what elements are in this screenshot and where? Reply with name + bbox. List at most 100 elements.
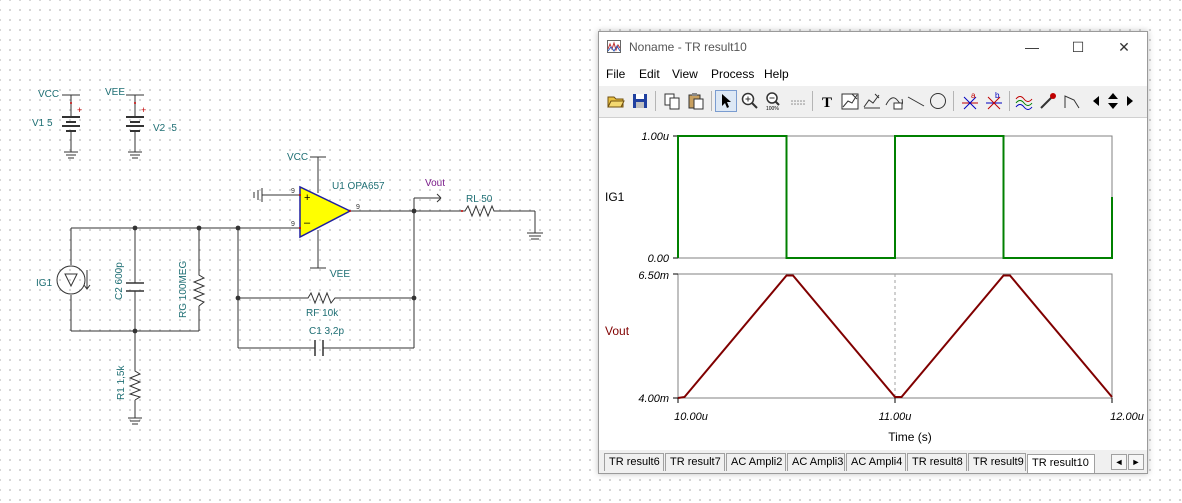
label-v2: V2 -5 bbox=[153, 123, 177, 134]
tab-ac-ampli3[interactable]: AC Ampli3 bbox=[787, 453, 845, 471]
pulse-button[interactable] bbox=[1061, 90, 1083, 112]
marker-a-button[interactable]: a bbox=[959, 90, 981, 112]
label-vee-2: VEE bbox=[330, 269, 350, 280]
menu-process[interactable]: Process bbox=[711, 67, 754, 81]
label-vcc-1: VCC bbox=[38, 89, 59, 100]
svg-text:100%: 100% bbox=[766, 106, 779, 111]
label-vout: Vout bbox=[425, 178, 445, 189]
tab-tr-result6[interactable]: TR result6 bbox=[604, 453, 664, 471]
cursor-b-icon bbox=[863, 93, 880, 109]
scroll-up-down-icon bbox=[1108, 93, 1118, 109]
ig1-ymax-label: 1.00u bbox=[641, 131, 669, 143]
probe-button[interactable] bbox=[1037, 90, 1059, 112]
pin-label-9a: 9 bbox=[291, 188, 295, 195]
scroll-right-button[interactable] bbox=[1123, 90, 1137, 112]
zoom-out-button[interactable]: 100% bbox=[763, 90, 785, 112]
label-u1: U1 OPA657 bbox=[332, 181, 385, 192]
tab-tr-result10[interactable]: TR result10 bbox=[1027, 454, 1095, 473]
menu-view[interactable]: View bbox=[672, 67, 698, 81]
x-tick-label: 12.00u bbox=[1110, 411, 1144, 423]
scroll-left-button[interactable] bbox=[1089, 90, 1103, 112]
tab-tr-result8[interactable]: TR result8 bbox=[907, 453, 967, 471]
opamp-u1[interactable]: + – bbox=[299, 185, 352, 239]
window-title: Noname - TR result10 bbox=[629, 40, 747, 54]
menu-edit[interactable]: Edit bbox=[639, 67, 660, 81]
tab-ac-ampli4[interactable]: AC Ampli4 bbox=[846, 453, 906, 471]
title-bar[interactable]: Noname - TR result10 — ☐ ✕ bbox=[599, 32, 1147, 62]
copy-button[interactable] bbox=[661, 90, 683, 112]
scroll-left-icon bbox=[1093, 96, 1099, 106]
zoom-in-button[interactable] bbox=[739, 90, 761, 112]
scroll-right-icon bbox=[1127, 96, 1133, 106]
schematic-canvas[interactable]: + – + + VCC V1 5 VEE V2 -5 VCC VEE U1 OP… bbox=[0, 0, 600, 503]
svg-text:–: – bbox=[304, 217, 311, 229]
cursor-b-button[interactable] bbox=[861, 90, 883, 112]
tab-scroll-right-icon[interactable]: ► bbox=[1128, 454, 1144, 470]
app-icon bbox=[607, 40, 621, 53]
circle-button[interactable] bbox=[927, 90, 949, 112]
cursor-a-icon bbox=[841, 93, 859, 110]
minimize-button[interactable]: — bbox=[1009, 32, 1055, 62]
save-button[interactable] bbox=[629, 90, 651, 112]
curve-icon bbox=[885, 97, 903, 110]
label-vcc-2: VCC bbox=[287, 152, 308, 163]
save-icon bbox=[633, 94, 647, 108]
pointer-button[interactable] bbox=[715, 90, 737, 112]
circle-icon bbox=[930, 93, 946, 109]
close-button[interactable]: ✕ bbox=[1101, 32, 1147, 62]
marker-b-button[interactable]: b bbox=[983, 90, 1005, 112]
tab-scroll-left-icon[interactable]: ◄ bbox=[1111, 454, 1127, 470]
label-rl: RL 50 bbox=[466, 194, 493, 205]
scroll-up-down-button[interactable] bbox=[1104, 90, 1122, 112]
paste-icon bbox=[688, 93, 704, 110]
svg-text:+: + bbox=[304, 192, 310, 204]
tab-tr-result7[interactable]: TR result7 bbox=[665, 453, 725, 471]
menu-help[interactable]: Help bbox=[764, 67, 789, 81]
cursor-a-button[interactable] bbox=[839, 90, 861, 112]
x-axis-title: Time (s) bbox=[888, 430, 932, 444]
plot-area[interactable]: 1.00u 0.00 6.50m 4.00m IG1 Vout 10.00u 1… bbox=[599, 118, 1147, 450]
pin-label-9c: 9 bbox=[356, 204, 360, 211]
label-vee-1: VEE bbox=[105, 87, 125, 98]
svg-text:a: a bbox=[971, 91, 976, 100]
capacitor-c1[interactable] bbox=[314, 340, 324, 356]
tab-tr-result9[interactable]: TR result9 bbox=[968, 453, 1026, 471]
waveform-button[interactable] bbox=[1013, 90, 1035, 112]
label-ig1: IG1 bbox=[36, 278, 53, 289]
text-button[interactable]: T bbox=[817, 90, 839, 112]
result-tabs: TR result6 TR result7 AC Ampli2 AC Ampli3 AC… bbox=[599, 452, 1147, 473]
maximize-button[interactable]: ☐ bbox=[1055, 32, 1101, 62]
paste-button[interactable] bbox=[685, 90, 707, 112]
svg-text:b: b bbox=[995, 91, 1000, 100]
grid-icon bbox=[791, 100, 805, 105]
label-c2: C2 600p bbox=[114, 262, 125, 300]
capacitor-c2[interactable] bbox=[126, 282, 144, 292]
resistor-rg[interactable] bbox=[192, 272, 206, 307]
probe-icon bbox=[1040, 93, 1056, 109]
curve-button[interactable] bbox=[883, 90, 905, 112]
svg-text:+: + bbox=[141, 105, 146, 115]
line-button[interactable] bbox=[905, 90, 927, 112]
open-icon bbox=[607, 96, 625, 108]
label-rf: RF 10k bbox=[306, 308, 339, 319]
toolbar: 100% T a b bbox=[599, 87, 1147, 118]
menu-file[interactable]: File bbox=[606, 67, 625, 81]
label-c1: C1 3,2p bbox=[309, 326, 344, 337]
svg-text:T: T bbox=[822, 95, 832, 111]
ig1-series-label: IG1 bbox=[605, 190, 625, 204]
current-source-ig1[interactable] bbox=[56, 265, 91, 295]
label-rg: RG 100MEG bbox=[178, 261, 189, 318]
grid-button[interactable] bbox=[787, 90, 809, 112]
tab-ac-ampli2[interactable]: AC Ampli2 bbox=[726, 453, 786, 471]
resistor-rl[interactable] bbox=[462, 204, 497, 218]
tr-result-window[interactable]: Noname - TR result10 — ☐ ✕ File Edit Vie… bbox=[598, 31, 1148, 474]
pointer-icon bbox=[722, 94, 731, 108]
resistor-rf[interactable] bbox=[305, 291, 338, 305]
ig1-series-line bbox=[677, 135, 1113, 259]
resistor-r1[interactable] bbox=[128, 368, 142, 401]
x-tick-label: 11.00u bbox=[879, 411, 912, 423]
ig1-ymin-label: 0.00 bbox=[648, 253, 670, 265]
open-button[interactable] bbox=[605, 90, 627, 112]
line-icon bbox=[907, 96, 925, 107]
pin-label-9b: 9 bbox=[291, 221, 295, 228]
